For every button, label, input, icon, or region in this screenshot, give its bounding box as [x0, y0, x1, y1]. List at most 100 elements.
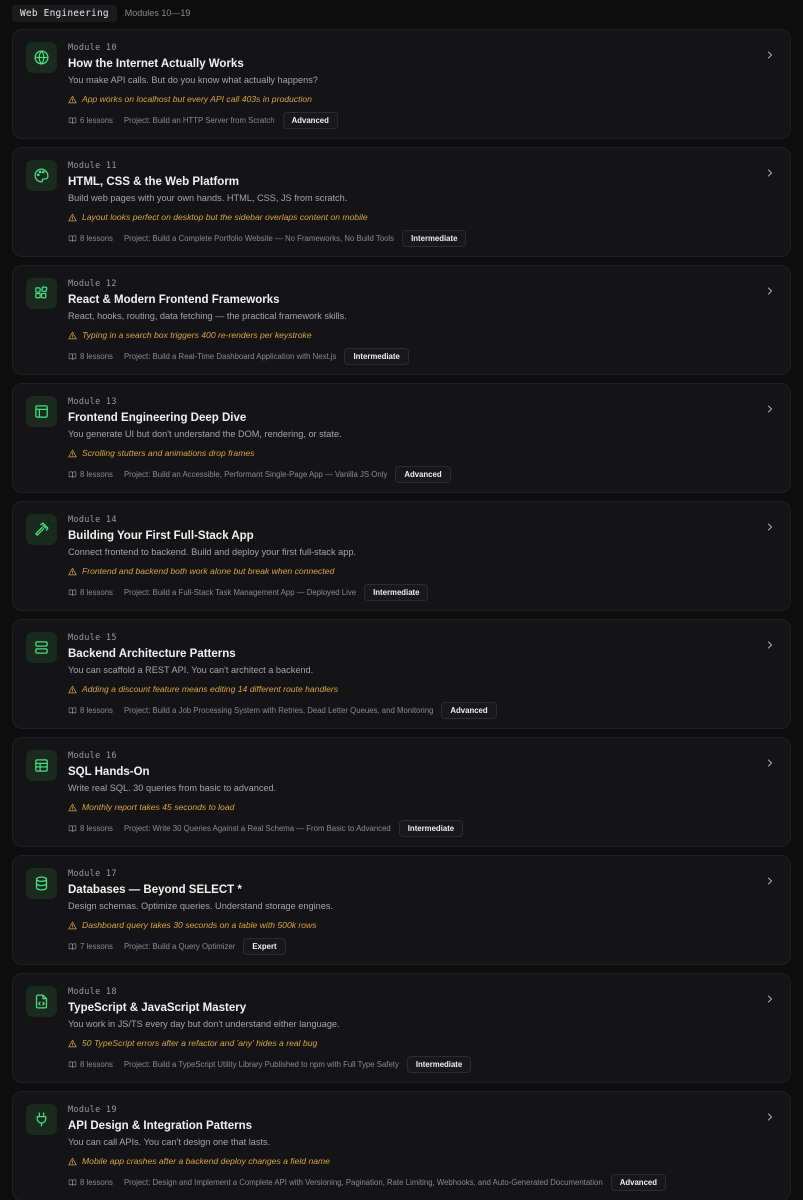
project-label: Project: Build a TypeScript Utility Libr…: [123, 1059, 399, 1069]
book-icon: [68, 353, 77, 360]
chevron-right-icon[interactable]: [764, 638, 776, 650]
lesson-count: 8 lessons: [80, 587, 113, 597]
module-card[interactable]: Module 12 React & Modern Frontend Framew…: [12, 265, 791, 375]
components-icon: [35, 286, 48, 299]
lesson-count: 8 lessons: [80, 705, 113, 715]
modules-page: Web Engineering Modules 10—19 Module 10 …: [0, 0, 803, 1200]
module-description: React, hooks, routing, data fetching — t…: [68, 311, 347, 321]
difficulty-badge: Expert: [243, 937, 286, 955]
module-card[interactable]: Module 15 Backend Architecture Patterns …: [12, 619, 791, 729]
book-icon: [68, 117, 77, 124]
module-card[interactable]: Module 18 TypeScript & JavaScript Master…: [12, 973, 791, 1083]
section-header: Web Engineering Modules 10—19: [12, 4, 190, 22]
palette-icon: [34, 168, 49, 183]
warning-icon: [68, 331, 77, 339]
module-meta: 8 lessons Project: Write 30 Queries Agai…: [68, 819, 464, 837]
module-warning: Frontend and backend both work alone but…: [68, 565, 334, 577]
module-icon-box: [26, 396, 57, 427]
difficulty-badge: Intermediate: [398, 819, 464, 837]
module-card[interactable]: Module 10 How the Internet Actually Work…: [12, 29, 791, 139]
module-description: Write real SQL. 30 queries from basic to…: [68, 783, 277, 793]
book-icon: [68, 471, 77, 478]
module-description: You work in JS/TS every day but don't un…: [68, 1019, 340, 1029]
warning-icon: [68, 921, 77, 929]
module-description: You can scaffold a REST API. You can't a…: [68, 665, 314, 675]
module-card[interactable]: Module 14 Building Your First Full-Stack…: [12, 501, 791, 611]
warning-text: Typing in a search box triggers 400 re-r…: [82, 330, 312, 340]
module-number: Module 13: [68, 397, 117, 407]
module-meta: 8 lessons Project: Build a Full-Stack Ta…: [68, 583, 429, 601]
lesson-count: 8 lessons: [80, 1059, 113, 1069]
lesson-count: 7 lessons: [80, 941, 113, 951]
module-icon-box: [26, 868, 57, 899]
module-card[interactable]: Module 17 Databases — Beyond SELECT * De…: [12, 855, 791, 965]
chevron-right-icon[interactable]: [764, 166, 776, 178]
book-icon: [68, 589, 77, 596]
layout-icon: [35, 405, 48, 418]
module-title: SQL Hands-On: [68, 766, 150, 778]
module-number: Module 12: [68, 279, 117, 289]
module-card[interactable]: Module 11 HTML, CSS & the Web Platform B…: [12, 147, 791, 257]
chevron-right-icon[interactable]: [764, 1110, 776, 1122]
module-warning: Scrolling stutters and animations drop f…: [68, 447, 254, 459]
module-card[interactable]: Module 19 API Design & Integration Patte…: [12, 1091, 791, 1200]
chevron-right-icon[interactable]: [764, 520, 776, 532]
database-icon: [35, 876, 48, 891]
lesson-count: 8 lessons: [80, 469, 113, 479]
module-meta: 8 lessons Project: Build a Complete Port…: [68, 229, 467, 247]
warning-icon: [68, 449, 77, 457]
warning-icon: [68, 803, 77, 811]
module-number: Module 18: [68, 987, 117, 997]
module-icon-box: [26, 278, 57, 309]
module-warning: 50 TypeScript errors after a refactor an…: [68, 1037, 317, 1049]
module-title: Building Your First Full-Stack App: [68, 530, 254, 542]
warning-text: Adding a discount feature means editing …: [82, 684, 339, 694]
difficulty-badge: Intermediate: [406, 1055, 472, 1073]
chevron-right-icon[interactable]: [764, 402, 776, 414]
hammer-icon: [35, 522, 49, 536]
project-label: Project: Build an Accessible, Performant…: [123, 469, 388, 479]
warning-text: Monthly report takes 45 seconds to load: [82, 802, 235, 812]
lesson-count: 8 lessons: [80, 233, 113, 243]
difficulty-badge: Advanced: [282, 111, 338, 129]
warning-text: App works on localhost but every API cal…: [82, 94, 312, 104]
module-meta: 8 lessons Project: Build a Real-Time Das…: [68, 347, 409, 365]
warning-text: Dashboard query takes 30 seconds on a ta…: [82, 920, 317, 930]
module-warning: Monthly report takes 45 seconds to load: [68, 801, 234, 813]
chevron-right-icon[interactable]: [764, 874, 776, 886]
warning-icon: [68, 567, 77, 575]
section-range: Modules 10—19: [124, 8, 191, 18]
module-description: You make API calls. But do you know what…: [68, 75, 318, 85]
module-number: Module 10: [68, 43, 117, 53]
module-icon-box: [26, 1104, 57, 1135]
module-icon-box: [26, 632, 57, 663]
module-warning: Dashboard query takes 30 seconds on a ta…: [68, 919, 317, 931]
module-title: How the Internet Actually Works: [68, 58, 244, 70]
chevron-right-icon[interactable]: [764, 992, 776, 1004]
module-number: Module 11: [68, 161, 117, 171]
module-description: You can call APIs. You can't design one …: [68, 1137, 271, 1147]
module-number: Module 16: [68, 751, 117, 761]
chevron-right-icon[interactable]: [764, 284, 776, 296]
chevron-right-icon[interactable]: [764, 48, 776, 60]
book-icon: [68, 1061, 77, 1068]
warning-icon: [68, 685, 77, 693]
module-title: API Design & Integration Patterns: [68, 1120, 253, 1132]
module-card[interactable]: Module 16 SQL Hands-On Write real SQL. 3…: [12, 737, 791, 847]
warning-text: Frontend and backend both work alone but…: [82, 566, 335, 576]
module-title: Backend Architecture Patterns: [68, 648, 236, 660]
table-icon: [35, 759, 48, 772]
project-label: Project: Build a Query Optimizer: [123, 941, 236, 951]
module-card[interactable]: Module 13 Frontend Engineering Deep Dive…: [12, 383, 791, 493]
module-title: Frontend Engineering Deep Dive: [68, 412, 247, 424]
project-label: Project: Build a Full-Stack Task Managem…: [123, 587, 357, 597]
module-description: Design schemas. Optimize queries. Unders…: [68, 901, 334, 911]
module-warning: Layout looks perfect on desktop but the …: [68, 211, 368, 223]
difficulty-badge: Intermediate: [344, 347, 409, 365]
module-description: You generate UI but don't understand the…: [68, 429, 342, 439]
module-title: HTML, CSS & the Web Platform: [68, 176, 240, 188]
chevron-right-icon[interactable]: [764, 756, 776, 768]
module-description: Build web pages with your own hands. HTM…: [68, 193, 348, 203]
book-icon: [68, 1179, 77, 1186]
module-icon-box: [26, 42, 57, 73]
